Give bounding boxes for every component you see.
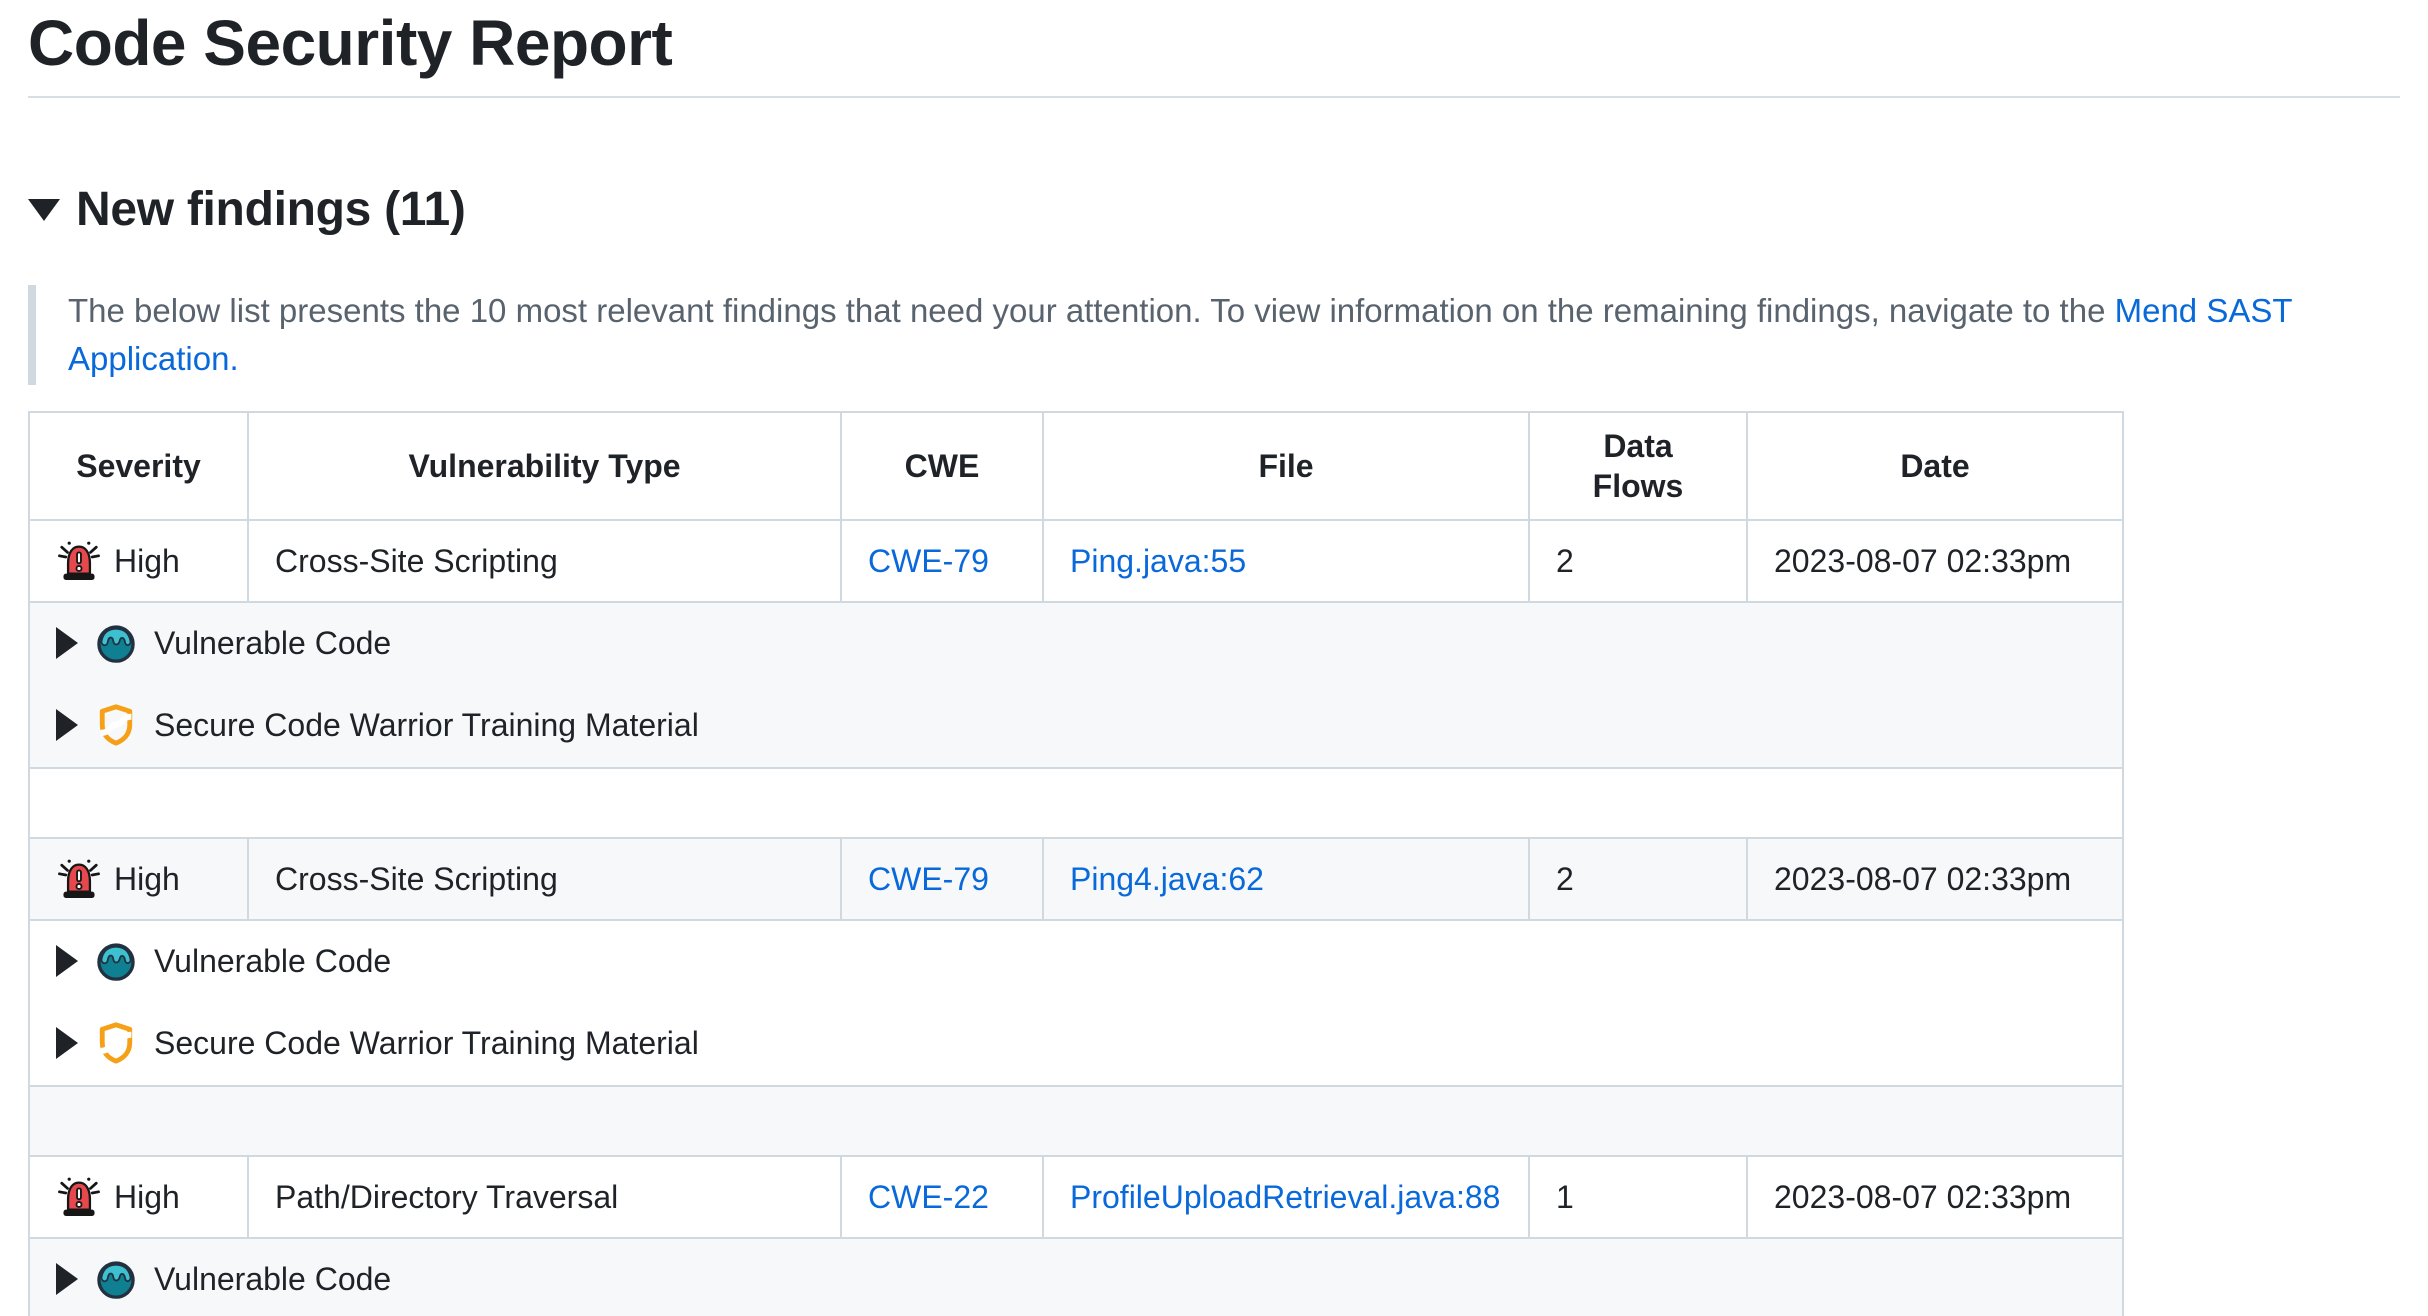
cwe-cell: CWE-22: [841, 1156, 1043, 1238]
severity-cell: High: [29, 838, 248, 920]
col-header-cwe: CWE: [841, 412, 1043, 520]
col-header-file: File: [1043, 412, 1529, 520]
collapse-triangle-icon: [28, 199, 60, 221]
training-material-toggle[interactable]: Secure Code Warrior Training Material: [56, 701, 699, 749]
finding-details-row: Vulnerable Code Secure Code Warrior Trai…: [29, 1238, 2123, 1316]
col-header-vuln-type: Vulnerability Type: [248, 412, 841, 520]
vuln-type-cell: Cross-Site Scripting: [248, 520, 841, 602]
vulnerable-code-label: Vulnerable Code: [154, 937, 391, 985]
data-flows-cell: 2: [1529, 520, 1747, 602]
file-cell: Ping.java:55: [1043, 520, 1529, 602]
file-link[interactable]: Ping.java:55: [1070, 543, 1246, 579]
siren-icon: [56, 1174, 102, 1220]
findings-table: Severity Vulnerability Type CWE File Dat…: [28, 411, 2124, 1316]
vulnerable-code-toggle[interactable]: Vulnerable Code: [56, 619, 391, 667]
report-page: Code Security Report New findings (11) T…: [28, 8, 2400, 1316]
finding-row: High Cross-Site Scripting CWE-79 Ping.ja…: [29, 520, 2123, 602]
col-header-severity: Severity: [29, 412, 248, 520]
file-link[interactable]: ProfileUploadRetrieval.java:88: [1070, 1179, 1500, 1215]
monster-icon: [94, 1257, 138, 1301]
severity-label: High: [114, 855, 180, 903]
date-cell: 2023-08-07 02:33pm: [1747, 520, 2123, 602]
notice-blockquote: The below list presents the 10 most rele…: [28, 285, 2400, 385]
cwe-link[interactable]: CWE-79: [868, 861, 989, 897]
monster-icon: [94, 621, 138, 665]
expand-triangle-icon: [56, 627, 78, 659]
siren-icon: [56, 538, 102, 584]
data-flows-cell: 1: [1529, 1156, 1747, 1238]
cwe-cell: CWE-79: [841, 520, 1043, 602]
severity-label: High: [114, 1173, 180, 1221]
vulnerable-code-label: Vulnerable Code: [154, 619, 391, 667]
file-cell: Ping4.java:62: [1043, 838, 1529, 920]
expand-triangle-icon: [56, 1027, 78, 1059]
date-cell: 2023-08-07 02:33pm: [1747, 838, 2123, 920]
notice-text: The below list presents the 10 most rele…: [68, 292, 2115, 329]
cwe-link[interactable]: CWE-22: [868, 1179, 989, 1215]
spacer-row: [29, 1086, 2123, 1156]
col-header-data-flows: Data Flows: [1529, 412, 1747, 520]
vuln-type-cell: Cross-Site Scripting: [248, 838, 841, 920]
data-flows-cell: 2: [1529, 838, 1747, 920]
training-material-label: Secure Code Warrior Training Material: [154, 701, 699, 749]
file-cell: ProfileUploadRetrieval.java:88: [1043, 1156, 1529, 1238]
date-cell: 2023-08-07 02:33pm: [1747, 1156, 2123, 1238]
finding-details-row: Vulnerable Code Secure Code Warrior Trai…: [29, 920, 2123, 1086]
new-findings-title: New findings (11): [76, 182, 466, 237]
vulnerable-code-toggle[interactable]: Vulnerable Code: [56, 937, 391, 985]
expand-triangle-icon: [56, 1263, 78, 1295]
monster-icon: [94, 939, 138, 983]
severity-cell: High: [29, 1156, 248, 1238]
file-link[interactable]: Ping4.java:62: [1070, 861, 1264, 897]
new-findings-summary[interactable]: New findings (11): [28, 182, 466, 237]
severity-cell: High: [29, 520, 248, 602]
shield-icon: [94, 1021, 138, 1065]
expand-triangle-icon: [56, 945, 78, 977]
col-header-date: Date: [1747, 412, 2123, 520]
finding-details-row: Vulnerable Code Secure Code Warrior Trai…: [29, 602, 2123, 768]
vulnerable-code-toggle[interactable]: Vulnerable Code: [56, 1255, 391, 1303]
spacer-row: [29, 768, 2123, 838]
vuln-type-cell: Path/Directory Traversal: [248, 1156, 841, 1238]
shield-icon: [94, 703, 138, 747]
finding-row: High Path/Directory Traversal CWE-22 Pro…: [29, 1156, 2123, 1238]
table-header-row: Severity Vulnerability Type CWE File Dat…: [29, 412, 2123, 520]
finding-row: High Cross-Site Scripting CWE-79 Ping4.j…: [29, 838, 2123, 920]
severity-label: High: [114, 537, 180, 585]
page-title: Code Security Report: [28, 8, 2400, 98]
siren-icon: [56, 856, 102, 902]
vulnerable-code-label: Vulnerable Code: [154, 1255, 391, 1303]
expand-triangle-icon: [56, 709, 78, 741]
cwe-link[interactable]: CWE-79: [868, 543, 989, 579]
training-material-label: Secure Code Warrior Training Material: [154, 1019, 699, 1067]
cwe-cell: CWE-79: [841, 838, 1043, 920]
training-material-toggle[interactable]: Secure Code Warrior Training Material: [56, 1019, 699, 1067]
